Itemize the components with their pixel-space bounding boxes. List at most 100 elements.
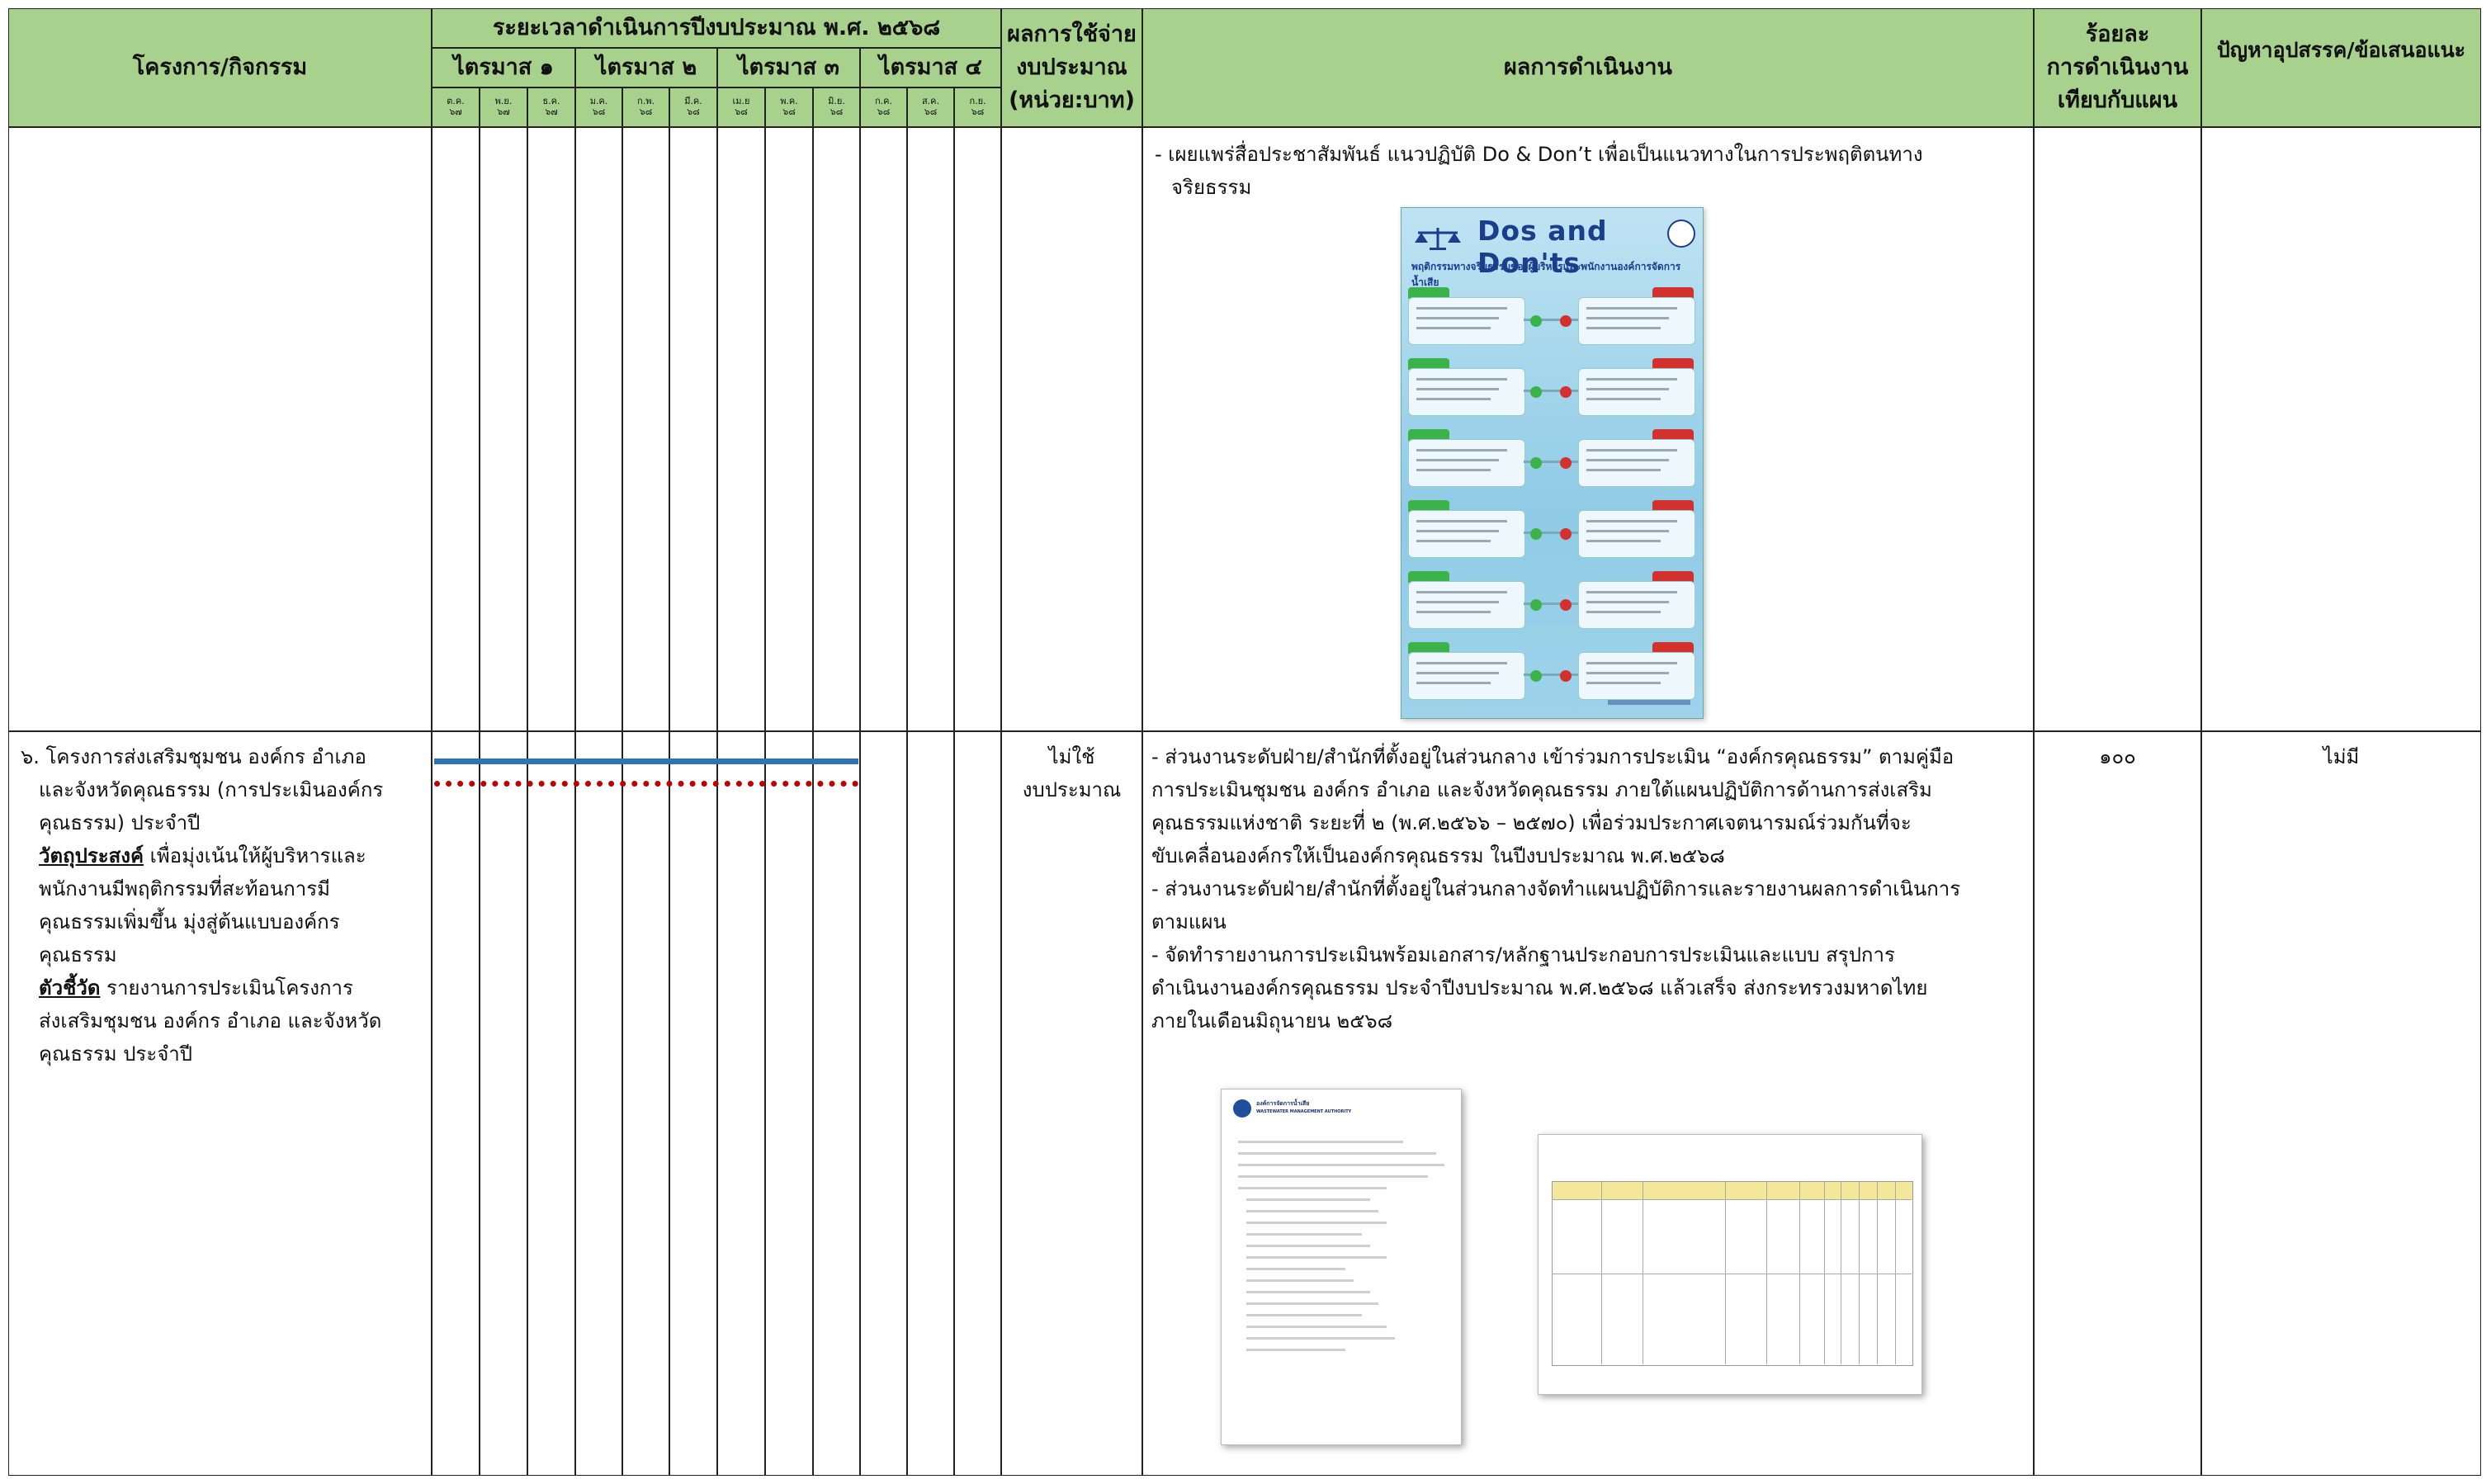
- text-line: [1416, 611, 1491, 613]
- text-line: [1586, 520, 1677, 522]
- scale-icon: [1413, 226, 1463, 251]
- year-label: ๖๘: [592, 106, 606, 117]
- result-text-block: - ส่วนงานระดับฝ่าย/สำนักที่ตั้งอยู่ในส่ว…: [1151, 740, 2030, 1037]
- header-month: เม.ย ๖๘: [717, 87, 765, 127]
- result-line: ดำเนินงานองค์กรคุณธรรม ประจำปีงบประมาณ พ…: [1151, 976, 1928, 1000]
- do-dot: [1530, 528, 1542, 540]
- year-label: ๖๘: [639, 106, 653, 117]
- header-quarter-3: ไตรมาส ๓: [717, 48, 860, 87]
- header-month: ก.ค. ๖๘: [860, 87, 907, 127]
- year-label: ๖๘: [735, 106, 748, 117]
- text-line: [1586, 327, 1661, 329]
- objective-label: วัตถุประสงค์: [39, 844, 144, 867]
- text-line: [1238, 1175, 1428, 1178]
- org-logo-icon: [1667, 220, 1695, 248]
- header-month: ส.ค. ๖๘: [907, 87, 954, 127]
- text-line: [1586, 591, 1677, 593]
- budget-text-2: งบประมาณ: [1022, 778, 1122, 801]
- month-cell: [717, 127, 765, 731]
- plan-timeline-bar: [434, 759, 858, 764]
- header-result: ผลการดำเนินงาน: [1142, 8, 2034, 127]
- month-cell: [432, 731, 480, 1476]
- month-cell: [860, 127, 907, 731]
- month-cell: [954, 731, 1001, 1476]
- do-dot: [1530, 457, 1542, 469]
- text-line: [1246, 1302, 1378, 1305]
- text-line: [1416, 530, 1499, 532]
- budget-label-3: (หน่วย:บาท): [1009, 87, 1135, 113]
- dos-and-donts-poster: Dos and Don'ts พฤติกรรมทางจริยธรรมของผู้…: [1401, 207, 1704, 719]
- row2-project-cell: ๖. โครงการส่งเสริมชุมชน องค์กร อำเภอ และ…: [8, 731, 432, 1476]
- year-label: ๖๘: [877, 106, 891, 117]
- header-month: ก.พ. ๖๘: [622, 87, 669, 127]
- text-line: [1416, 459, 1499, 461]
- text-line: [1246, 1256, 1387, 1259]
- header-percent: ร้อยละ การดำเนินงาน เทียบกับแผน: [2034, 8, 2201, 127]
- indicator-line: ตัวชี้วัด รายงานการประเมินโครงการ: [21, 971, 425, 1004]
- do-box: [1408, 652, 1525, 700]
- text-line: [1586, 662, 1677, 664]
- quarter-label: ไตรมาส ๒: [595, 54, 697, 81]
- objective-line: พนักงานมีพฤติกรรมที่สะท้อนการมี: [39, 877, 330, 900]
- header-month: ต.ค. ๖๗: [432, 87, 480, 127]
- year-label: ๖๘: [687, 106, 700, 117]
- result-line: ขับเคลื่อนองค์กรให้เป็นองค์กรคุณธรรม ในป…: [1151, 844, 1725, 867]
- text-line: [1586, 672, 1669, 674]
- text-line: [1416, 469, 1491, 471]
- result-line: - ส่วนงานระดับฝ่าย/สำนักที่ตั้งอยู่ในส่ว…: [1151, 877, 1961, 900]
- header-month: ม.ค. ๖๘: [575, 87, 622, 127]
- text-line: [1246, 1326, 1387, 1328]
- text-line: [1586, 378, 1677, 380]
- header-result-label: ผลการดำเนินงาน: [1503, 54, 1673, 81]
- header-issue-label: ปัญหาอุปสรรค/ข้อเสนอแนะ: [2216, 38, 2466, 62]
- month-cell: [527, 731, 575, 1476]
- text-line: [1246, 1233, 1362, 1236]
- text-line: [1586, 601, 1669, 603]
- text-line: [1586, 682, 1661, 684]
- result-line: การประเมินชุมชน องค์กร อำเภอ และจังหวัดค…: [1151, 778, 1932, 801]
- project-description: ๖. โครงการส่งเสริมชุมชน องค์กร อำเภอ และ…: [21, 740, 425, 1070]
- text-line: [1246, 1314, 1362, 1316]
- poster-row: [1408, 424, 1695, 490]
- dont-box: [1578, 439, 1695, 487]
- text-line: [1238, 1164, 1444, 1166]
- dont-dot: [1560, 599, 1572, 611]
- month-cell: [432, 127, 480, 731]
- month-cell: [527, 127, 575, 731]
- row2-budget-cell: ไม่ใช้ งบประมาณ: [1001, 731, 1142, 1476]
- header-period: ระยะเวลาดำเนินการปีงบประมาณ พ.ศ. ๒๕๖๘: [432, 8, 1001, 48]
- percent-label-3: เทียบกับแผน: [2057, 87, 2178, 113]
- dont-box: [1578, 652, 1695, 700]
- month-cell: [954, 127, 1001, 731]
- text-line: [1416, 682, 1491, 684]
- text-line: [1246, 1210, 1378, 1212]
- grid-line: [1799, 1181, 1800, 1364]
- do-box: [1408, 581, 1525, 629]
- row1-percent-cell: [2034, 127, 2201, 731]
- result-line: - ส่วนงานระดับฝ่าย/สำนักที่ตั้งอยู่ในส่ว…: [1151, 745, 1955, 768]
- dont-box: [1578, 368, 1695, 416]
- month-cell: [765, 127, 813, 731]
- text-line: [1416, 307, 1507, 310]
- do-dot: [1530, 386, 1542, 398]
- month-cell: [575, 127, 622, 731]
- do-box: [1408, 439, 1525, 487]
- year-label: ๖๘: [830, 106, 844, 117]
- row1-issue-cell: [2201, 127, 2481, 731]
- text-line: [1246, 1198, 1370, 1201]
- quarter-label: ไตรมาส ๑: [453, 54, 554, 81]
- row1-result-line-1: - เผยแพร่สื่อประชาสัมพันธ์ แนวปฏิบัติ Do…: [1155, 143, 1923, 166]
- objective-text: เพื่อมุ่งเน้นให้ผู้บริหารและ: [144, 844, 366, 867]
- text-line: [1586, 317, 1669, 319]
- month-cell: [575, 731, 622, 1476]
- text-line: [1416, 540, 1491, 542]
- memo-document-thumbnail: องค์การจัดการน้ำเสีย WASTEWATER MANAGEME…: [1221, 1089, 1462, 1445]
- month-cell: [765, 731, 813, 1476]
- poster-footer-bar: [1608, 700, 1690, 705]
- poster-row: [1408, 282, 1695, 348]
- budget-label-2: งบประมาณ: [1016, 54, 1127, 81]
- actual-timeline-bar: [434, 781, 858, 787]
- text-line: [1246, 1222, 1387, 1224]
- month-cell: [669, 127, 717, 731]
- text-line: [1416, 388, 1499, 390]
